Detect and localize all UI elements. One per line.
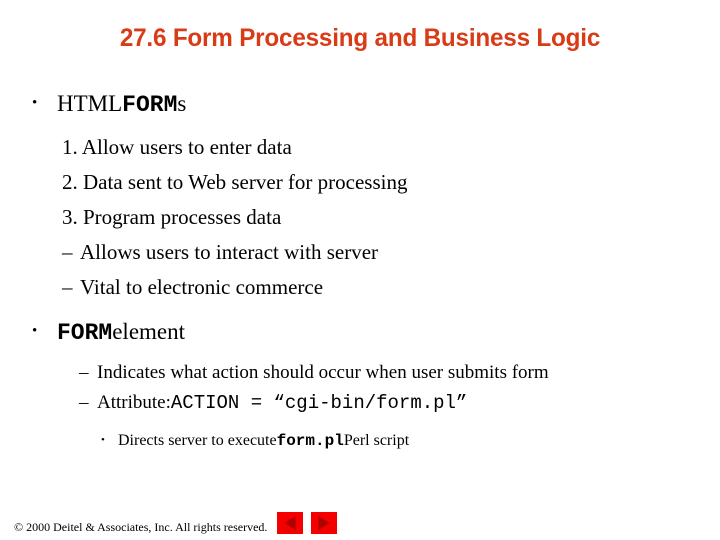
dash-item-attribute-code: ACTION = “cgi-bin/form.pl” [170,392,468,414]
previous-slide-button[interactable] [277,512,303,534]
sub-bullet-directs-server-text-a: Directs server to execute [118,432,277,449]
dash-item-allows-users-label: Allows users to interact with server [80,240,379,264]
numbered-item-2: 2. Data sent to Web server for processin… [0,165,720,200]
bullet-marker-dot: • [32,95,38,111]
dash-item-indicates-action-label: Indicates what action should occur when … [97,362,549,383]
bullet-marker-dot-small: • [101,434,105,446]
numbered-item-3: 3. Program processes data [0,200,720,235]
dash-marker: – [62,275,73,299]
numbered-item-3-label: 3. Program processes data [62,205,282,229]
triangle-right-icon [318,516,330,530]
numbered-item-1-label: 1. Allow users to enter data [62,135,292,159]
dash-marker: – [79,362,89,383]
slide-navigation [277,512,337,536]
numbered-item-2-label: 2. Data sent to Web server for processin… [62,170,408,194]
dash-marker: – [79,392,89,413]
slide-title: 27.6 Form Processing and Business Logic [119,24,601,52]
bullet-marker-dot: • [32,323,38,339]
triangle-left-icon [284,516,296,530]
bullet-html-forms-text-a: HTML [57,91,123,116]
dash-item-allows-users: – Allows users to interact with server [0,235,720,270]
slide-body: • HTML FORMs 1. Allow users to enter dat… [0,86,720,454]
dash-item-vital-commerce: – Vital to electronic commerce [0,270,720,305]
bullet-form-element-code: FORM [57,320,113,346]
bullet-form-element: • FORM element [0,314,720,349]
bullet-html-forms: • HTML FORMs [0,86,720,121]
sub-bullet-directs-server-code: form.pl [276,432,344,450]
dash-item-attribute-label: Attribute: [97,392,171,413]
copyright-notice: © 2000 Deitel & Associates, Inc. All rig… [14,520,268,534]
sub-bullet-directs-server: • Directs server to execute form.pl Perl… [0,427,720,454]
next-slide-button[interactable] [311,512,337,534]
dash-item-attribute-action: – Attribute: ACTION = “cgi-bin/form.pl” [0,388,720,418]
dash-item-indicates-action: – Indicates what action should occur whe… [0,358,720,388]
numbered-item-1: 1. Allow users to enter data [0,130,720,165]
dash-marker: – [62,240,73,264]
dash-item-vital-commerce-label: Vital to electronic commerce [80,275,324,299]
bullet-html-forms-text-c: s [177,91,187,116]
sub-bullet-directs-server-text-c: Perl script [343,432,410,449]
bullet-form-element-text: element [112,319,186,344]
bullet-html-forms-code: FORM [122,92,178,118]
